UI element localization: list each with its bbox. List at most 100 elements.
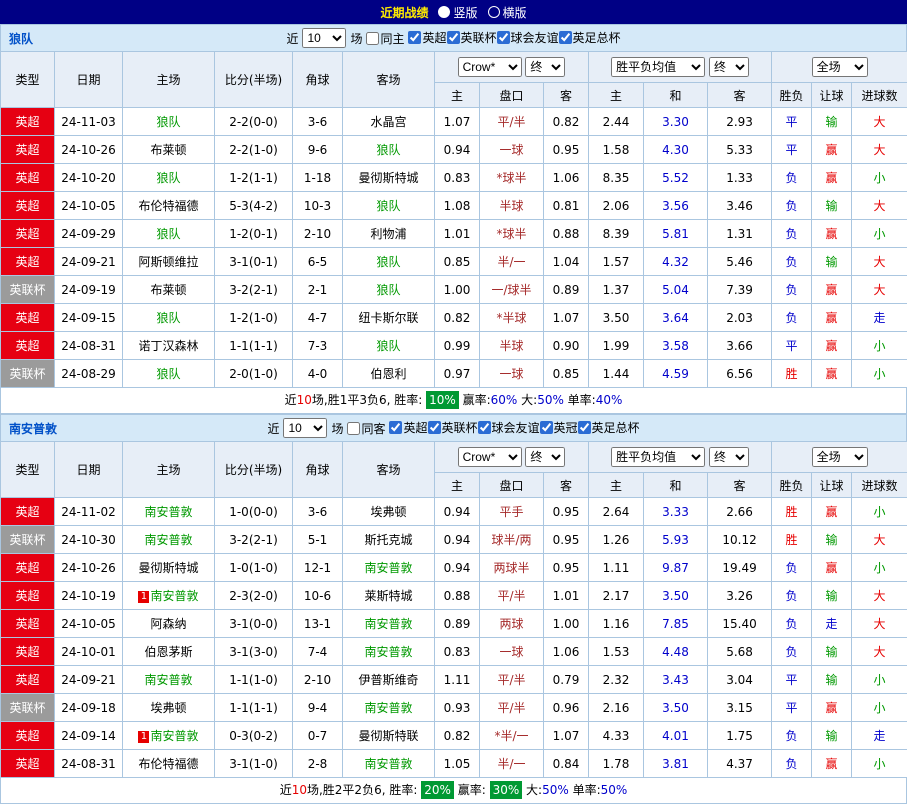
match-row: 英超24-10-26曼彻斯特城1-0(1-0)12-1南安普敦0.94两球半0.…: [1, 554, 907, 582]
league-filter[interactable]: 英冠: [540, 419, 578, 436]
layout-radio-vertical[interactable]: 竖版: [438, 4, 477, 21]
league-filter-checkbox[interactable]: [540, 421, 553, 434]
league-type: 英超: [1, 722, 55, 750]
match-row: 英超24-09-21阿斯顿维拉3-1(0-1)6-5狼队0.85半/一1.041…: [1, 248, 907, 276]
goals-flag: 小: [852, 332, 907, 360]
col-home-header: 主场: [123, 52, 215, 108]
home-team: 狼队: [123, 360, 215, 388]
league-filter-checkbox[interactable]: [389, 421, 402, 434]
home-team: 布莱顿: [123, 136, 215, 164]
asian-away-odds: 0.95: [544, 136, 589, 164]
asian-final-select[interactable]: 终: [525, 447, 565, 467]
league-type: 英超: [1, 248, 55, 276]
league-filter-checkbox[interactable]: [408, 31, 421, 44]
europe-mean-select[interactable]: 胜平负均值: [611, 447, 705, 467]
europe-final-select[interactable]: 终: [709, 447, 749, 467]
asian-home-odds: 0.85: [435, 248, 480, 276]
match-score: 3-1(0-0): [215, 610, 293, 638]
league-filter-checkbox[interactable]: [497, 31, 510, 44]
match-count-select[interactable]: 10: [302, 28, 346, 48]
league-filter[interactable]: 英联杯: [428, 419, 478, 436]
league-filter-checkbox[interactable]: [478, 421, 491, 434]
europe-final-select[interactable]: 终: [709, 57, 749, 77]
asian-handicap: *球半: [480, 164, 544, 192]
league-filter[interactable]: 英足总杯: [578, 419, 640, 436]
bookmaker-select[interactable]: Crow*: [458, 57, 522, 77]
league-filter-checkbox[interactable]: [578, 421, 591, 434]
asian-handicap: 平/半: [480, 666, 544, 694]
fullmatch-select[interactable]: 全场: [812, 447, 868, 467]
league-filter[interactable]: 英联杯: [447, 29, 497, 46]
same-venue-filter[interactable]: 同客: [347, 420, 385, 437]
fullmatch-select[interactable]: 全场: [812, 57, 868, 77]
asian-away-odds: 0.82: [544, 108, 589, 136]
league-filter-label: 英足总杯: [592, 419, 640, 436]
league-filter[interactable]: 英超: [408, 29, 446, 46]
handicap-flag: 赢: [812, 136, 852, 164]
asian-home-odds: 0.82: [435, 722, 480, 750]
goals-flag: 小: [852, 164, 907, 192]
filter-bar: 近 10 场 同客 英超英联杯球会友谊英冠英足总杯: [267, 418, 639, 438]
euro-draw-odds: 4.59: [644, 360, 708, 388]
asian-away-odds: 0.90: [544, 332, 589, 360]
result-flag: 平: [772, 136, 812, 164]
away-team: 埃弗顿: [343, 498, 435, 526]
goals-header: 进球数: [852, 83, 907, 108]
result-flag: 负: [772, 192, 812, 220]
match-count-select[interactable]: 10: [283, 418, 327, 438]
league-filter[interactable]: 球会友谊: [497, 29, 559, 46]
layout-radio-horizontal[interactable]: 横版: [488, 4, 527, 21]
asian-handicap: 平/半: [480, 694, 544, 722]
result-header: 胜负: [772, 473, 812, 498]
corner-count: 10-3: [293, 192, 343, 220]
radio-vertical-label: 竖版: [453, 4, 477, 21]
page-title: 近期战绩: [380, 4, 428, 21]
euro-away-header: 客: [708, 473, 772, 498]
league-filter-checkbox[interactable]: [559, 31, 572, 44]
corner-count: 12-1: [293, 554, 343, 582]
league-filter[interactable]: 球会友谊: [478, 419, 540, 436]
asian-handicap: 两球半: [480, 554, 544, 582]
asian-final-select[interactable]: 终: [525, 57, 565, 77]
away-team: 曼彻斯特联: [343, 722, 435, 750]
match-row: 英超24-10-05布伦特福德5-3(4-2)10-3狼队1.08半球0.812…: [1, 192, 907, 220]
asian-handicap: 一/球半: [480, 276, 544, 304]
bookmaker-select[interactable]: Crow*: [458, 447, 522, 467]
match-row: 英超24-10-191南安普敦2-3(2-0)10-6莱斯特城0.88平/半1.…: [1, 582, 907, 610]
summary-segment: 50%: [601, 783, 628, 797]
same-venue-checkbox[interactable]: [347, 422, 360, 435]
euro-away-odds: 4.37: [708, 750, 772, 778]
league-filter[interactable]: 英足总杯: [559, 29, 621, 46]
league-filter[interactable]: 英超: [389, 419, 427, 436]
corner-count: 5-1: [293, 526, 343, 554]
away-team: 狼队: [343, 248, 435, 276]
handicap-flag: 赢: [812, 304, 852, 332]
match-score: 1-1(1-1): [215, 332, 293, 360]
same-venue-filter[interactable]: 同主: [366, 30, 404, 47]
match-score: 0-3(0-2): [215, 722, 293, 750]
summary-segment: 10: [292, 783, 307, 797]
asian-away-odds: 1.00: [544, 610, 589, 638]
corner-count: 7-3: [293, 332, 343, 360]
section-header: 狼队 近 10 场 同主 英超英联杯球会友谊英足总杯: [0, 24, 907, 51]
euro-draw-odds: 3.50: [644, 582, 708, 610]
match-date: 24-10-05: [55, 192, 123, 220]
league-type: 英联杯: [1, 360, 55, 388]
handicap-flag: 走: [812, 610, 852, 638]
euro-draw-odds: 4.01: [644, 722, 708, 750]
asian-home-odds: 0.88: [435, 582, 480, 610]
same-venue-checkbox[interactable]: [366, 32, 379, 45]
euro-draw-odds: 3.30: [644, 108, 708, 136]
asian-away-odds: 0.85: [544, 360, 589, 388]
near-label: 近: [286, 30, 298, 47]
asian-away-odds: 0.89: [544, 276, 589, 304]
away-team: 狼队: [343, 276, 435, 304]
goals-flag: 大: [852, 276, 907, 304]
result-flag: 负: [772, 276, 812, 304]
asian-home-header: 主: [435, 473, 480, 498]
league-filter-checkbox[interactable]: [447, 31, 460, 44]
asian-handicap: 半球: [480, 192, 544, 220]
match-row: 英超24-10-20狼队1-2(1-1)1-18曼彻斯特城0.83*球半1.06…: [1, 164, 907, 192]
league-filter-checkbox[interactable]: [428, 421, 441, 434]
europe-mean-select[interactable]: 胜平负均值: [611, 57, 705, 77]
